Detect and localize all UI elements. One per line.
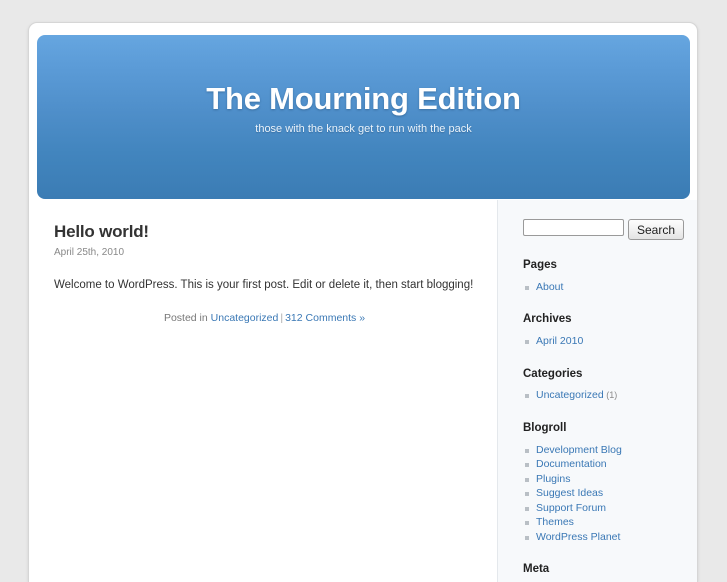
content-column: Hello world! April 25th, 2010 Welcome to…: [29, 200, 497, 582]
sidebar-widget-links: Development Blog Documentation Plugins Sugg…: [523, 443, 687, 545]
sidebar-widget: Blogroll Development Blog Documentation Plu…: [498, 403, 697, 544]
post-title: Hello world!: [54, 222, 475, 242]
sidebar-widget: Categories Uncategorized (1): [498, 349, 697, 403]
post-meta: Posted in Uncategorized|312 Comments »: [54, 312, 475, 324]
sidebar-widget: Archives April 2010: [498, 294, 697, 348]
post-comments-link[interactable]: 312 Comments »: [285, 312, 365, 324]
widget-list-container: Pages About Archives April 2010 Categories Un…: [498, 240, 697, 577]
sidebar-link-count: (1): [604, 390, 618, 400]
list-item: Suggest Ideas: [536, 486, 687, 501]
sidebar-widget-links: April 2010: [523, 334, 687, 349]
sidebar-link[interactable]: Development Blog: [536, 444, 622, 456]
sidebar-widget-title: Meta: [523, 563, 687, 577]
sidebar-link[interactable]: Plugins: [536, 473, 570, 485]
sidebar-link[interactable]: Themes: [536, 516, 574, 528]
sidebar-column: Search Pages About Archives April 2010 Categ…: [497, 200, 697, 582]
sidebar-link[interactable]: April 2010: [536, 335, 583, 347]
sidebar-widget-title: Blogroll: [523, 422, 687, 436]
site-title: The Mourning Edition: [37, 83, 690, 114]
list-item: Support Forum: [536, 501, 687, 516]
main-area: Hello world! April 25th, 2010 Welcome to…: [29, 200, 697, 582]
list-item: About: [536, 280, 687, 295]
sidebar-link[interactable]: About: [536, 281, 563, 293]
search-form: Search: [523, 219, 697, 240]
post-article: Hello world! April 25th, 2010 Welcome to…: [54, 222, 475, 324]
post-body-text: Welcome to WordPress. This is your first…: [54, 277, 475, 294]
list-item: Themes: [536, 515, 687, 530]
sidebar-link[interactable]: Documentation: [536, 458, 607, 470]
search-input[interactable]: [523, 219, 624, 236]
sidebar-widget-title: Categories: [523, 368, 687, 382]
sidebar-widget: Meta: [498, 544, 697, 577]
list-item: WordPress Planet: [536, 530, 687, 545]
sidebar-widget-links: Uncategorized (1): [523, 388, 687, 403]
list-item: Documentation: [536, 457, 687, 472]
sidebar-widget-title: Archives: [523, 313, 687, 327]
sidebar-widget-title: Pages: [523, 259, 687, 273]
sidebar-widget-links: About: [523, 280, 687, 295]
search-submit-button[interactable]: Search: [628, 219, 684, 240]
list-item: Development Blog: [536, 443, 687, 458]
list-item: Plugins: [536, 472, 687, 487]
sidebar-link[interactable]: Support Forum: [536, 502, 606, 514]
list-item: April 2010: [536, 334, 687, 349]
post-category-link[interactable]: Uncategorized: [211, 312, 279, 324]
sidebar-link[interactable]: Suggest Ideas: [536, 487, 603, 499]
site-header-banner: The Mourning Edition those with the knac…: [37, 35, 690, 199]
sidebar-link[interactable]: WordPress Planet: [536, 531, 620, 543]
list-item: Uncategorized (1): [536, 388, 687, 403]
page-container: The Mourning Edition those with the knac…: [28, 22, 698, 582]
sidebar-link[interactable]: Uncategorized: [536, 389, 604, 401]
post-meta-prefix: Posted in: [164, 312, 208, 324]
site-tagline: those with the knack get to run with the…: [37, 124, 690, 135]
post-date: April 25th, 2010: [54, 246, 475, 259]
sidebar-widget: Pages About: [498, 240, 697, 294]
